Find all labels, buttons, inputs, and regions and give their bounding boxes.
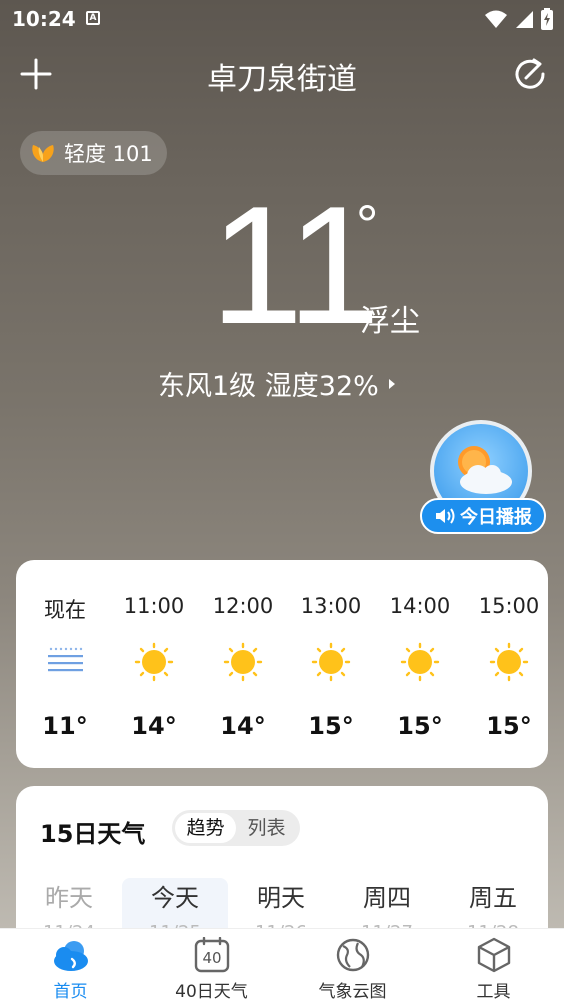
wind-humidity-text: 东风1级 湿度32% — [158, 371, 379, 402]
hour-time: 11:00 — [123, 594, 185, 618]
hour-time: 现在 — [44, 598, 86, 622]
signal-icon — [516, 11, 533, 28]
aqi-label: 轻度 101 — [64, 142, 153, 166]
hour-temp: 14° — [220, 712, 266, 740]
hourly-forecast-card[interactable]: 现在 11° 11:00 14° 12:00 14° 13:00 15° 14:… — [16, 560, 548, 768]
daily-title: 15日天气 — [40, 820, 146, 848]
dust-icon — [48, 647, 83, 672]
status-icons — [484, 8, 554, 30]
wind-humidity-link[interactable]: 东风1级 湿度32% — [158, 364, 397, 403]
nav-satellite-label: 气象云图 — [318, 982, 387, 1002]
degree-symbol: ° — [356, 193, 379, 256]
day-name: 明天 — [257, 884, 305, 912]
status-bar: 10:24 A — [0, 0, 564, 38]
aqi-badge[interactable]: 轻度 101 — [20, 131, 167, 175]
aqi-leaf-icon — [32, 145, 54, 162]
chevron-right-icon — [388, 378, 395, 389]
sun-icon — [134, 642, 174, 682]
nav-tools[interactable]: 工具 — [423, 929, 564, 1004]
bottom-nav: 首页 40 40日天气 气象云图 工具 — [0, 928, 564, 1004]
calendar-40-icon: 40 — [194, 937, 229, 973]
view-toggle: 趋势 列表 — [172, 810, 300, 846]
daily-broadcast-button[interactable]: 今日播报 — [420, 420, 546, 536]
notification-icon: A — [86, 11, 100, 25]
nav-home[interactable]: 首页 — [0, 929, 141, 1004]
nav-tools-label: 工具 — [476, 982, 511, 1002]
sun-icon — [400, 642, 440, 682]
tab-trend[interactable]: 趋势 — [175, 813, 236, 843]
hour-time: 13:00 — [300, 594, 362, 618]
status-time: 10:24 — [12, 7, 76, 31]
day-name: 周五 — [469, 884, 517, 912]
toolbox-icon — [477, 937, 510, 973]
top-bar: 卓刀泉街道 — [0, 50, 564, 100]
refresh-button[interactable] — [512, 56, 548, 92]
nav-40day[interactable]: 40 40日天气 — [141, 929, 282, 1004]
day-name: 今天 — [151, 884, 199, 912]
sun-icon — [311, 642, 351, 682]
nav-satellite[interactable]: 气象云图 — [282, 929, 423, 1004]
day-name: 昨天 — [45, 884, 93, 912]
speaker-icon — [436, 508, 455, 524]
home-weather-icon — [53, 941, 88, 971]
battery-icon — [541, 8, 553, 30]
hour-temp: 14° — [131, 712, 177, 740]
calendar-icon-text: 40 — [202, 949, 221, 967]
sun-icon — [223, 642, 263, 682]
hour-temp: 15° — [308, 712, 354, 740]
hour-temp: 15° — [397, 712, 443, 740]
broadcast-label: 今日播报 — [460, 507, 532, 528]
hour-time: 14:00 — [389, 594, 451, 618]
day-name: 周四 — [363, 884, 411, 912]
hour-temp: 11° — [42, 712, 88, 740]
nav-home-label: 首页 — [53, 982, 88, 1002]
broadcast-label-pill: 今日播报 — [420, 498, 546, 534]
city-title[interactable]: 卓刀泉街道 — [0, 54, 564, 98]
nav-40day-label: 40日天气 — [175, 982, 248, 1002]
current-temperature: 11 — [210, 171, 380, 359]
sun-icon — [489, 642, 529, 682]
hour-temp: 15° — [486, 712, 532, 740]
globe-icon — [336, 938, 369, 972]
hour-time: 15:00 — [478, 594, 540, 618]
tab-list[interactable]: 列表 — [236, 813, 297, 843]
current-condition: 浮尘 — [360, 304, 420, 339]
wifi-icon — [485, 10, 507, 28]
hour-time: 12:00 — [212, 594, 274, 618]
